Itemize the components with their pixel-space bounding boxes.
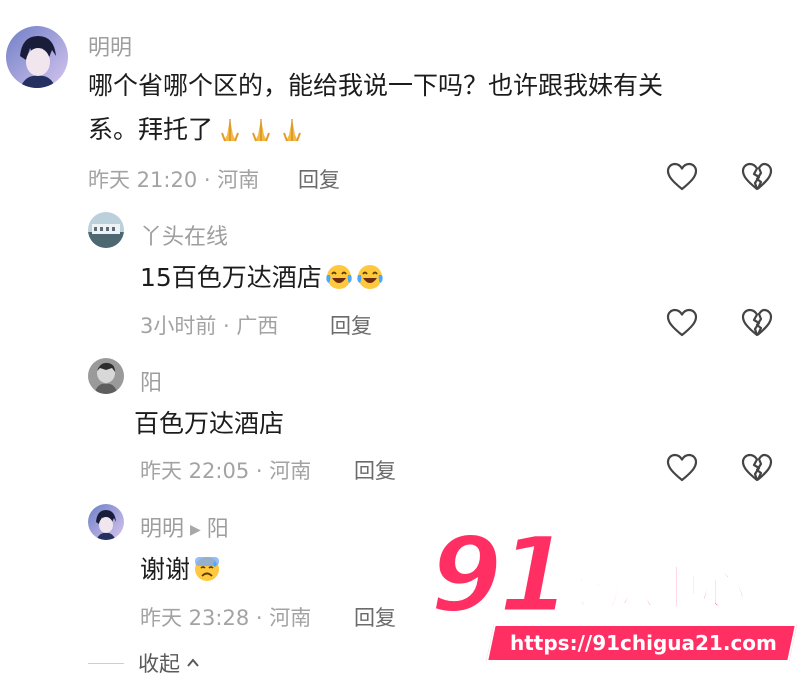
comment-username[interactable]: 明明 ▶ 阳 (140, 511, 229, 543)
avatar[interactable] (88, 504, 124, 540)
reply-button[interactable]: 回复 (354, 455, 396, 485)
comment-text: 谢谢 (140, 548, 221, 592)
heart-icon[interactable] (666, 453, 698, 483)
folded-hands-icon (247, 115, 275, 143)
collapse-label: 收起 (138, 652, 180, 676)
laughing-tears-icon (356, 263, 384, 291)
collapse-replies[interactable]: 收起 (88, 648, 200, 678)
comment-text: 百色万达酒店 (134, 409, 285, 438)
comment-username[interactable]: 明明 (88, 30, 132, 62)
avatar[interactable] (88, 358, 124, 394)
watermark-number: 91 (429, 514, 573, 636)
comment-meta: 昨天 23:28 · 河南 (140, 606, 312, 630)
chevron-up-icon (187, 658, 199, 667)
avatar[interactable] (88, 212, 124, 248)
reply-button[interactable]: 回复 (298, 164, 340, 194)
comment-username[interactable]: 丫头在线 (140, 219, 228, 251)
comment-meta: 昨天 21:20 · 河南 (88, 168, 260, 192)
comment-meta: 昨天 22:05 · 河南 (140, 459, 312, 483)
reply-button[interactable]: 回复 (354, 602, 396, 632)
broken-heart-icon[interactable] (741, 308, 773, 338)
comment-text: 15百色万达酒店 (140, 256, 384, 300)
divider (88, 662, 124, 664)
broken-heart-icon[interactable] (741, 162, 773, 192)
comment-text: 哪个省哪个区的，能给我说一下吗？也许跟我妹有关 系。拜托了 (88, 71, 664, 144)
reply-to-username: 阳 (206, 517, 229, 542)
comment-username[interactable]: 阳 (140, 365, 162, 397)
laughing-tears-icon (325, 263, 353, 291)
watermark-url: https://91chigua21.com (485, 624, 797, 662)
folded-hands-icon (278, 115, 306, 143)
anxious-sweat-icon (193, 555, 221, 583)
heart-icon[interactable] (666, 162, 698, 192)
comment-meta: 3小时前 · 广西 (140, 314, 279, 338)
watermark-title: 吃瓜中心 (561, 560, 747, 616)
watermark: 91 吃瓜中心 https://91chigua21.com (418, 514, 797, 670)
folded-hands-icon (216, 115, 244, 143)
reply-button[interactable]: 回复 (330, 310, 372, 340)
heart-icon[interactable] (666, 308, 698, 338)
avatar[interactable] (6, 26, 68, 88)
reply-arrow-icon: ▶ (190, 522, 201, 538)
broken-heart-icon[interactable] (741, 453, 773, 483)
